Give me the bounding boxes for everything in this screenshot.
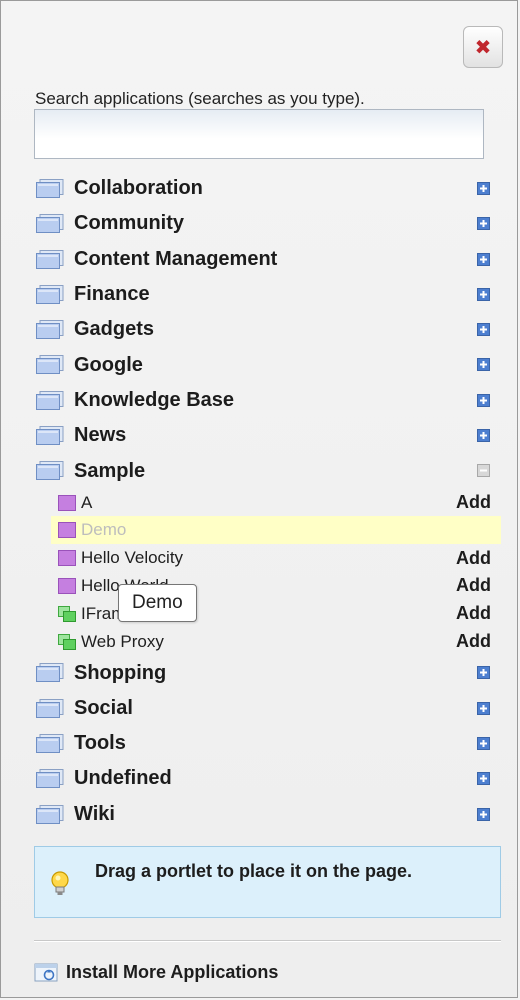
expand-icon[interactable]: [477, 287, 490, 301]
category-label: Community: [74, 212, 184, 235]
category-label: Tools: [74, 732, 126, 755]
category-wiki[interactable]: Wiki: [1, 797, 519, 832]
add-application-button[interactable]: Add: [456, 603, 491, 624]
portlet-icon-purple: [58, 494, 76, 511]
category-undefined[interactable]: Undefined: [1, 761, 519, 796]
add-application-button[interactable]: Add: [456, 548, 491, 569]
category-google[interactable]: Google: [1, 347, 519, 382]
expand-icon[interactable]: [477, 666, 490, 680]
application-hello-velocity[interactable]: Hello Velocity Add: [1, 544, 519, 572]
portlet-icon-green: [58, 633, 76, 650]
search-input[interactable]: [34, 109, 484, 159]
portlet-icon-purple: [58, 578, 76, 595]
install-applications-icon: [34, 963, 58, 982]
category-label: Google: [74, 353, 143, 376]
info-message: Drag a portlet to place it on the page.: [34, 846, 501, 918]
add-application-button[interactable]: Add: [456, 492, 491, 513]
category-label: Social: [74, 696, 133, 719]
category-folder-icon: [36, 698, 64, 718]
search-label: Search applications (searches as you typ…: [35, 89, 365, 108]
category-label: Collaboration: [74, 177, 203, 200]
application-demo[interactable]: Demo: [51, 516, 501, 545]
category-folder-icon: [36, 214, 64, 234]
portlet-icon-green: [58, 605, 76, 622]
lightbulb-icon: [51, 871, 69, 895]
expand-icon[interactable]: [477, 323, 490, 337]
portlet-icon-purple: [58, 550, 76, 567]
application-label: Hello Velocity: [81, 548, 184, 568]
category-label: Content Management: [74, 247, 278, 270]
portlet-icon-purple: [58, 522, 76, 539]
category-folder-icon: [36, 734, 64, 754]
category-folder-icon: [36, 355, 64, 375]
expand-icon[interactable]: [477, 737, 490, 751]
category-folder-icon: [36, 179, 64, 198]
application-label: Demo: [81, 520, 127, 540]
category-social[interactable]: Social: [1, 691, 519, 726]
add-application-button[interactable]: Add: [456, 575, 491, 596]
expand-icon[interactable]: [477, 358, 490, 372]
category-knowledge-base[interactable]: Knowledge Base: [1, 383, 519, 418]
category-label: News: [74, 424, 127, 447]
expand-icon[interactable]: [477, 701, 490, 715]
add-application-panel: ✖ Search applications (searches as you t…: [0, 0, 518, 998]
collapse-icon[interactable]: [477, 464, 490, 478]
install-more-applications-label: Install More Applications: [66, 961, 279, 982]
category-folder-icon: [36, 461, 64, 481]
category-label: Gadgets: [74, 318, 155, 341]
category-folder-icon: [36, 663, 64, 683]
install-more-applications-link[interactable]: Install More Applications: [34, 959, 278, 985]
category-label: Wiki: [74, 802, 115, 825]
category-sample[interactable]: Sample: [1, 453, 519, 488]
category-folder-icon: [36, 390, 64, 410]
application-label: A: [81, 492, 93, 512]
application-iframe[interactable]: IFrame Add: [1, 600, 519, 628]
close-icon: ✖: [474, 35, 492, 59]
info-message-text: Drag a portlet to place it on the page.: [95, 861, 413, 881]
category-folder-icon: [36, 804, 64, 824]
expand-icon[interactable]: [477, 217, 490, 231]
category-tools[interactable]: Tools: [1, 726, 519, 761]
expand-icon[interactable]: [477, 182, 490, 195]
application-web-proxy[interactable]: Web Proxy Add: [1, 628, 519, 656]
category-folder-icon: [36, 249, 64, 269]
category-community[interactable]: Community: [1, 206, 519, 241]
close-button[interactable]: ✖: [463, 26, 503, 68]
application-hello-world[interactable]: Hello WorldAdd: [1, 572, 519, 600]
expand-icon[interactable]: [477, 252, 490, 266]
application-a[interactable]: A Add: [1, 489, 519, 517]
category-folder-icon: [36, 320, 64, 340]
application-category-tree: Collaboration Community Content Management…: [1, 171, 519, 832]
category-label: Undefined: [74, 767, 172, 790]
category-label: Sample: [74, 459, 146, 482]
expand-icon[interactable]: [477, 772, 490, 786]
category-folder-icon: [36, 284, 64, 304]
category-news[interactable]: News: [1, 418, 519, 453]
add-application-button[interactable]: Add: [456, 631, 491, 652]
category-folder-icon: [36, 769, 64, 789]
category-collaboration[interactable]: Collaboration: [1, 171, 519, 206]
expand-icon[interactable]: [477, 807, 490, 821]
divider: [34, 940, 501, 942]
application-label: Web Proxy: [81, 631, 164, 651]
category-shopping[interactable]: Shopping: [1, 655, 519, 690]
category-gadgets[interactable]: Gadgets: [1, 312, 519, 347]
category-label: Shopping: [74, 661, 167, 684]
category-finance[interactable]: Finance: [1, 277, 519, 312]
category-folder-icon: [36, 426, 64, 446]
expand-icon[interactable]: [477, 429, 490, 443]
category-content-management[interactable]: Content Management: [1, 242, 519, 277]
tooltip: Demo: [118, 584, 197, 622]
category-label: Finance: [74, 283, 150, 306]
expand-icon[interactable]: [477, 393, 490, 407]
category-label: Knowledge Base: [74, 388, 235, 411]
